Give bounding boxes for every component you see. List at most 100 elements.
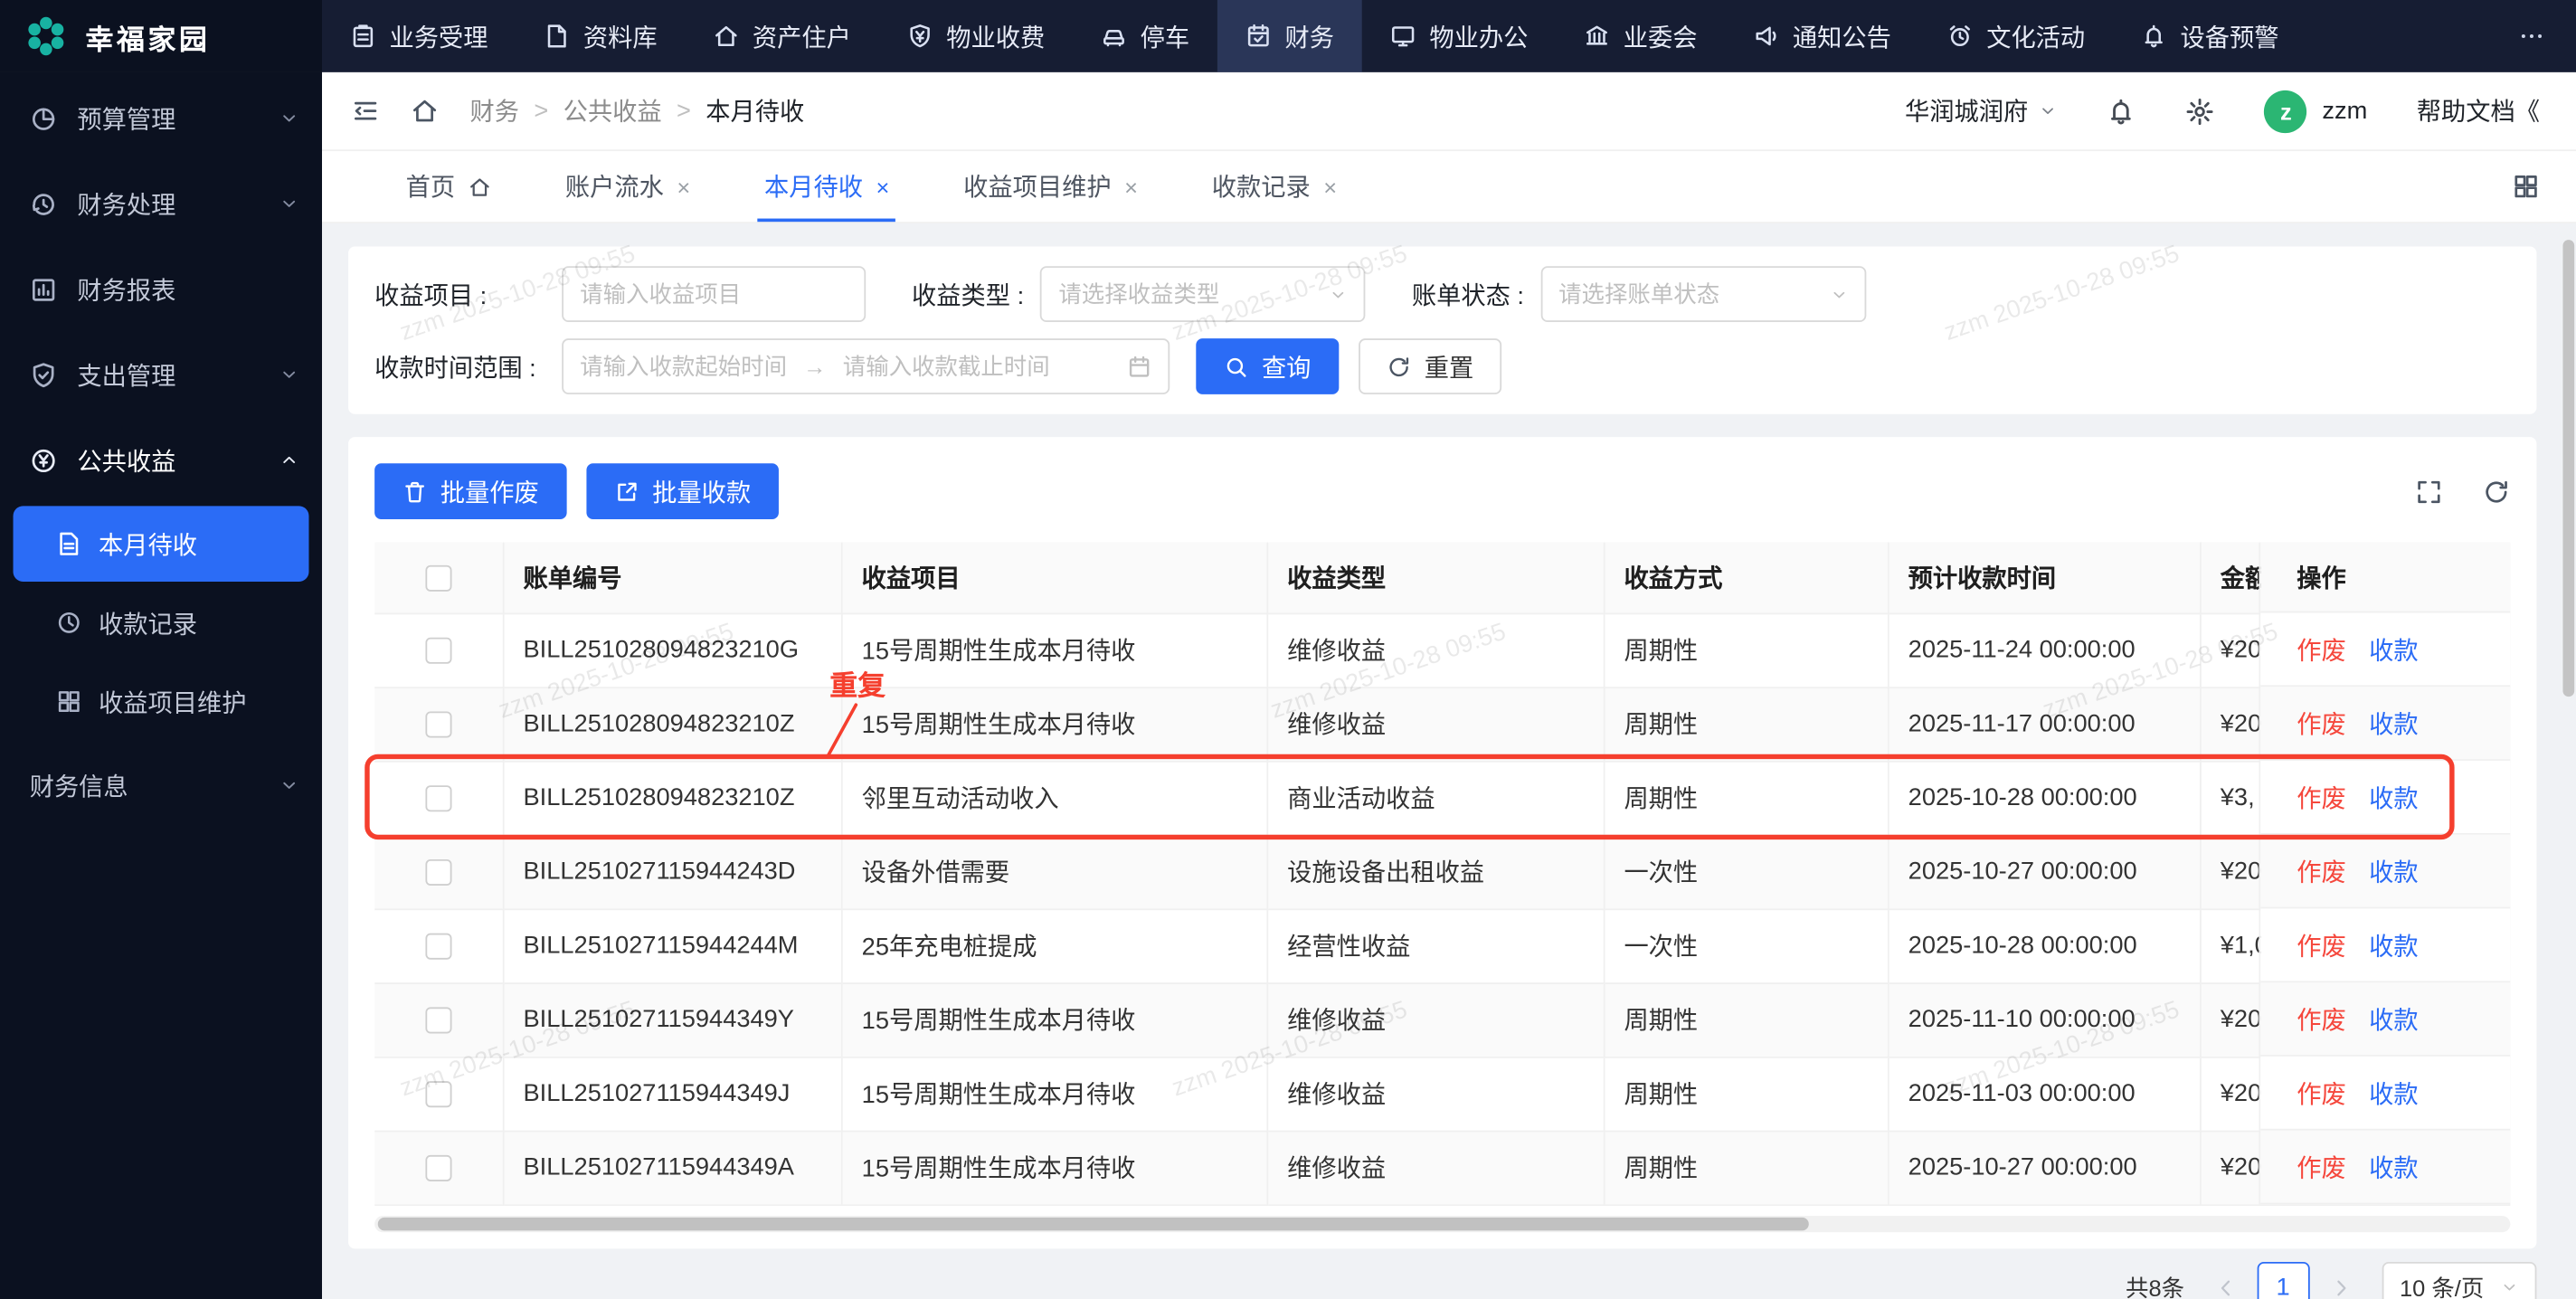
cell-income-mode: 周期性	[1603, 760, 1889, 836]
collect-link[interactable]: 收款	[2369, 1076, 2419, 1110]
tab-home[interactable]: 首页	[406, 151, 491, 222]
tab-month-pending[interactable]: 本月待收 ×	[757, 151, 897, 223]
void-link[interactable]: 作废	[2297, 1076, 2346, 1110]
topnav-item-business-accept[interactable]: 业务受理	[322, 0, 516, 72]
row-checkbox[interactable]	[424, 785, 452, 812]
notifications-bell-icon[interactable]	[2107, 96, 2136, 126]
topnav-item-culture-activities[interactable]: 文化活动	[1919, 0, 2113, 72]
void-link[interactable]: 作废	[2297, 854, 2346, 888]
collect-link[interactable]: 收款	[2369, 631, 2419, 666]
collect-link[interactable]: 收款	[2369, 780, 2419, 814]
tab-account-flow[interactable]: 账户流水 ×	[565, 151, 690, 222]
more-menu-button[interactable]	[2487, 0, 2576, 72]
page-size-select[interactable]: 10 条/页	[2382, 1261, 2537, 1299]
reset-button[interactable]: 重置	[1359, 338, 1502, 394]
tab-income-item-maint[interactable]: 收益项目维护 ×	[963, 151, 1138, 222]
cell-expected-time: 2025-11-17 00:00:00	[1887, 687, 2201, 762]
sidebar-group-finance-process[interactable]: 财务处理	[0, 161, 322, 246]
breadcrumb-item[interactable]: 本月待收	[706, 94, 804, 128]
checkbox-cell	[374, 612, 504, 688]
horizontal-scrollbar	[374, 1215, 2511, 1232]
cell-expected-time: 2025-10-27 00:00:00	[1887, 1130, 2201, 1206]
time-range-input[interactable]: 请输入收款起始时间 → 请输入收款截止时间	[562, 338, 1170, 394]
collapse-sidebar-icon[interactable]	[352, 97, 380, 125]
batch-collect-button[interactable]: 批量收款	[586, 463, 779, 519]
breadcrumb-bar: 财务 > 公共收益 > 本月待收 华润城润府 z zzm 帮助文档《	[322, 71, 2576, 152]
breadcrumb-item[interactable]: 财务	[469, 94, 519, 128]
topnav-item-assets-residents[interactable]: 资产住户	[685, 0, 878, 72]
close-icon[interactable]: ×	[876, 175, 890, 197]
cell-bill-no: BILL251027115944349A	[502, 1130, 842, 1206]
topnav-label: 资料库	[582, 24, 658, 52]
topnav-item-finance[interactable]: 财务	[1217, 0, 1362, 72]
fullscreen-icon[interactable]	[2415, 478, 2443, 506]
sidebar-group-finance-reports[interactable]: 财务报表	[0, 246, 322, 331]
tab-payment-records[interactable]: 收款记录 ×	[1212, 151, 1337, 222]
batch-void-button[interactable]: 批量作废	[374, 463, 567, 519]
collect-link[interactable]: 收款	[2369, 927, 2419, 962]
sidebar-group-finance-info[interactable]: 财务信息	[0, 743, 322, 828]
search-button[interactable]: 查询	[1196, 338, 1340, 394]
sidebar-group-expense[interactable]: 支出管理	[0, 332, 322, 417]
column-header-actions: 操作	[2260, 542, 2511, 613]
collect-link[interactable]: 收款	[2369, 1001, 2419, 1036]
row-checkbox[interactable]	[424, 858, 452, 887]
prev-page-button[interactable]	[2214, 1275, 2237, 1298]
row-checkbox[interactable]	[424, 1154, 452, 1181]
collect-link[interactable]: 收款	[2369, 1150, 2419, 1184]
next-page-button[interactable]	[2329, 1275, 2352, 1298]
close-icon[interactable]: ×	[1323, 175, 1337, 197]
row-checkbox[interactable]	[424, 711, 452, 738]
cell-income-mode: 周期性	[1603, 1056, 1889, 1132]
topnav-item-library[interactable]: 资料库	[516, 0, 685, 72]
breadcrumb-item[interactable]: 公共收益	[564, 94, 662, 128]
void-link[interactable]: 作废	[2297, 927, 2346, 962]
sidebar-item-month-pending[interactable]: 本月待收	[13, 506, 309, 582]
income-item-input[interactable]	[562, 266, 867, 323]
void-link[interactable]: 作废	[2297, 780, 2346, 814]
topnav-item-notices[interactable]: 通知公告	[1725, 0, 1918, 72]
sidebar-group-public-income[interactable]: 公共收益	[0, 417, 322, 502]
org-selector[interactable]: 华润城润府	[1905, 94, 2058, 128]
layout-grid-icon[interactable]	[2512, 173, 2540, 201]
void-link[interactable]: 作废	[2297, 706, 2346, 740]
income-type-select[interactable]: 请选择收益类型	[1040, 266, 1366, 323]
home-icon[interactable]	[411, 97, 439, 125]
income-type-label: 收益类型 :	[912, 281, 1025, 310]
sidebar-item-payment-records[interactable]: 收款记录	[14, 585, 309, 661]
checkbox-cell	[374, 687, 504, 762]
void-link[interactable]: 作废	[2297, 1001, 2346, 1036]
row-checkbox[interactable]	[424, 1081, 452, 1108]
cell-expected-time: 2025-11-24 00:00:00	[1887, 612, 2201, 688]
chevron-down-icon	[1330, 285, 1348, 303]
topnav-item-device-alerts[interactable]: 设备预警	[2113, 0, 2306, 72]
close-icon[interactable]: ×	[677, 175, 690, 197]
settings-gear-icon[interactable]	[2186, 96, 2216, 126]
topnav-item-owners-committee[interactable]: 业委会	[1556, 0, 1725, 72]
topnav-item-parking[interactable]: 停车	[1073, 0, 1217, 72]
close-icon[interactable]: ×	[1124, 175, 1138, 197]
page-1-button[interactable]: 1	[2256, 1261, 2310, 1299]
topnav-item-property-fees[interactable]: 物业收费	[879, 0, 1073, 72]
refresh-icon[interactable]	[2482, 478, 2510, 506]
select-all-checkbox[interactable]	[424, 564, 452, 592]
sidebar-item-income-item-maint[interactable]: 收益项目维护	[14, 664, 309, 740]
vertical-scrollbar-thumb[interactable]	[2562, 240, 2575, 697]
horizontal-scrollbar-thumb[interactable]	[377, 1216, 1809, 1230]
collect-link[interactable]: 收款	[2369, 706, 2419, 740]
help-doc-link[interactable]: 帮助文档《	[2417, 94, 2540, 128]
table-row: BILL251027115944349J 15号周期性生成本月待收 维修收益 周…	[374, 1056, 2511, 1132]
bill-status-select[interactable]: 请选择账单状态	[1540, 266, 1866, 323]
tab-label: 收款记录	[1211, 174, 1311, 203]
void-link[interactable]: 作废	[2297, 631, 2346, 666]
collect-link[interactable]: 收款	[2369, 854, 2419, 888]
avatar[interactable]: z	[2264, 89, 2308, 133]
cell-income-item: 15号周期性生成本月待收	[840, 982, 1268, 1057]
topnav-item-property-office[interactable]: 物业办公	[1362, 0, 1556, 72]
brand-name: 幸福家园	[85, 24, 211, 55]
sidebar-group-budget[interactable]: 预算管理	[0, 76, 322, 161]
row-checkbox[interactable]	[424, 1007, 452, 1034]
row-checkbox[interactable]	[424, 637, 452, 664]
void-link[interactable]: 作废	[2297, 1150, 2346, 1184]
row-checkbox[interactable]	[424, 933, 452, 960]
